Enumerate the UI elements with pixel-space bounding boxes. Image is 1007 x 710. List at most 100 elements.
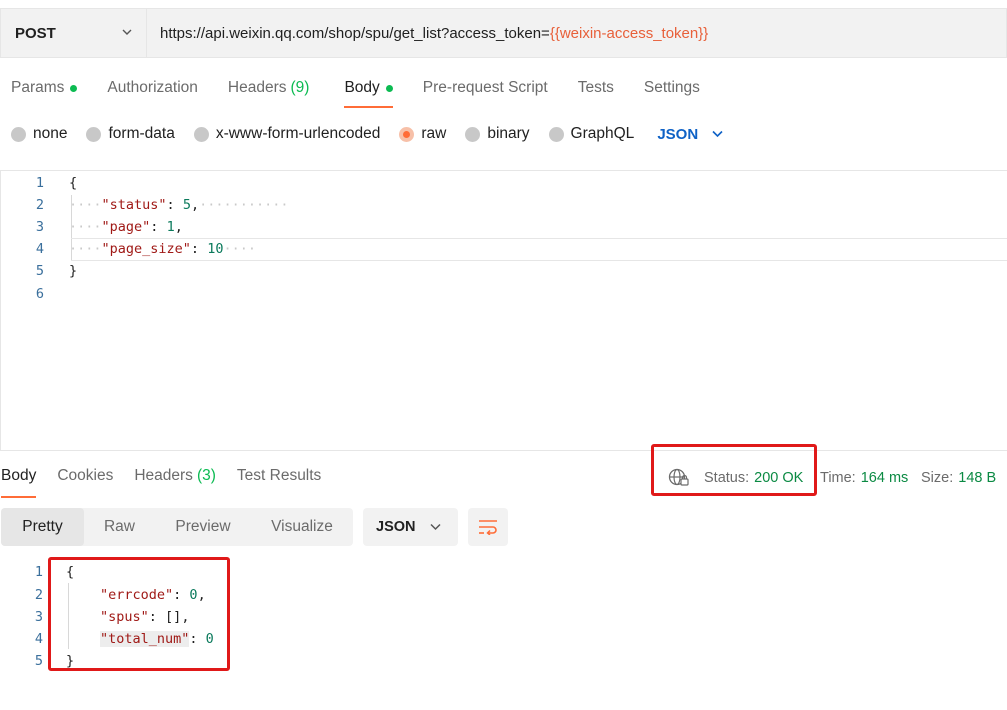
radio-graphql-label: GraphQL [570, 125, 635, 142]
response-format-label: JSON [376, 519, 416, 535]
params-dot-indicator [70, 85, 78, 92]
json-colon: : [150, 219, 167, 235]
code-line: 5 } [1, 260, 1007, 282]
method-select[interactable]: POST [0, 8, 146, 58]
view-pretty[interactable]: Pretty [1, 508, 84, 546]
annotation-highlight-box [48, 557, 230, 671]
response-size[interactable]: Size: 148 B [921, 470, 996, 486]
response-time[interactable]: Time: 164 ms [820, 470, 908, 486]
response-format-select[interactable]: JSON [363, 508, 458, 546]
tab-headers[interactable]: Headers (9) [228, 78, 310, 108]
request-tabs: Params Authorization Headers (9) Body Pre… [11, 78, 730, 108]
tab-cookies-label: Cookies [57, 467, 114, 484]
tab-response-body[interactable]: Body [1, 467, 37, 498]
tab-headers-label: Headers [227, 79, 287, 96]
tab-authorization-label: Authorization [107, 79, 198, 96]
whitespace-marker: ···· [223, 241, 256, 257]
line-number: 4 [34, 631, 43, 647]
tab-pre-request-script-label: Pre-request Script [422, 79, 548, 96]
wrap-lines-button[interactable] [468, 508, 508, 546]
tab-test-results[interactable]: Test Results [237, 467, 321, 498]
tab-response-headers-label: Headers [134, 467, 193, 484]
tab-pre-request-script[interactable]: Pre-request Script [423, 78, 548, 108]
view-raw[interactable]: Raw [84, 508, 155, 546]
body-type-selector: none form-data x-www-form-urlencoded raw… [11, 124, 723, 144]
tab-body[interactable]: Body [344, 78, 394, 108]
radio-binary-label: binary [487, 125, 530, 142]
code-line: 3 ····"page": 1, [1, 216, 1007, 238]
line-number: 6 [35, 286, 44, 302]
tab-response-headers[interactable]: Headers (3) [134, 467, 216, 498]
line-number: 3 [35, 219, 44, 235]
tab-test-results-label: Test Results [236, 467, 322, 484]
tab-authorization[interactable]: Authorization [107, 78, 197, 108]
time-value: 164 ms [860, 470, 909, 486]
radio-circle [548, 126, 564, 142]
body-language-select[interactable]: JSON [657, 126, 723, 143]
body-dot-indicator [385, 85, 393, 92]
code-line: 4 ····"page_size": 10···· [1, 238, 1007, 260]
json-key: "status" [101, 197, 167, 213]
json-key: "page" [101, 219, 151, 235]
line-number: 5 [34, 653, 43, 669]
code-line: 2 ····"status": 5,··········· [1, 194, 1007, 216]
radio-binary[interactable]: binary [465, 125, 530, 143]
line-number: 5 [35, 263, 44, 279]
view-visualize[interactable]: Visualize [251, 508, 353, 546]
tab-cookies[interactable]: Cookies [57, 467, 113, 498]
tab-tests[interactable]: Tests [578, 78, 614, 108]
method-label: POST [15, 24, 56, 42]
json-colon: : [166, 197, 183, 213]
url-variable: {{weixin-access_token}} [549, 24, 709, 42]
url-input[interactable]: https://api.weixin.qq.com/shop/spu/get_l… [146, 8, 1007, 58]
tab-tests-label: Tests [577, 79, 614, 96]
radio-circle-selected [399, 126, 415, 142]
tab-response-body-label: Body [1, 467, 37, 484]
radio-raw[interactable]: raw [399, 125, 446, 143]
json-key: "page_size" [101, 241, 191, 257]
url-text: https://api.weixin.qq.com/shop/spu/get_l… [160, 24, 550, 42]
radio-x-www-form-urlencoded[interactable]: x-www-form-urlencoded [193, 125, 381, 143]
wrap-lines-icon [479, 520, 497, 535]
response-view-modes: Pretty Raw Preview Visualize [1, 508, 353, 546]
json-colon: : [190, 241, 208, 257]
view-preview[interactable]: Preview [155, 508, 251, 546]
annotation-highlight-box [651, 444, 817, 496]
size-label: Size: [921, 470, 954, 486]
line-number: 1 [35, 175, 44, 191]
radio-raw-label: raw [421, 125, 447, 142]
request-url-bar: POST https://api.weixin.qq.com/shop/spu/… [0, 8, 1007, 58]
time-label: Time: [820, 470, 856, 486]
headers-count: (9) [290, 79, 310, 96]
whitespace-marker: ···· [69, 219, 102, 235]
radio-none[interactable]: none [11, 125, 67, 143]
radio-urlencoded-label: x-www-form-urlencoded [215, 125, 381, 142]
response-headers-count: (3) [196, 467, 216, 484]
tab-params[interactable]: Params [11, 78, 78, 108]
chevron-down-icon [122, 29, 132, 35]
radio-graphql[interactable]: GraphQL [548, 125, 635, 143]
code-text: { [69, 175, 78, 191]
response-tabs: Body Cookies Headers (3) Test Results [1, 467, 342, 498]
line-number: 4 [35, 241, 44, 257]
line-number: 2 [34, 587, 43, 603]
tab-params-label: Params [11, 79, 65, 96]
line-number: 2 [35, 197, 44, 213]
radio-circle [465, 126, 481, 142]
whitespace-marker: ···· [69, 197, 102, 213]
line-number: 1 [34, 564, 43, 580]
json-value: 5 [182, 197, 191, 213]
radio-circle [86, 126, 102, 142]
tab-settings-label: Settings [643, 79, 700, 96]
whitespace-marker: ···· [69, 241, 102, 257]
code-text: } [69, 263, 78, 279]
line-number: 3 [34, 609, 43, 625]
request-body-editor[interactable]: 1 { 2 ····"status": 5,··········· 3 ····… [0, 170, 1007, 451]
code-line: 6 [1, 283, 1007, 305]
radio-form-data[interactable]: form-data [86, 125, 175, 143]
code-line: 1 { [1, 172, 1007, 194]
whitespace-marker: ··········· [199, 197, 289, 213]
tab-settings[interactable]: Settings [644, 78, 700, 108]
json-value: 1 [166, 219, 175, 235]
chevron-down-icon [429, 523, 441, 531]
